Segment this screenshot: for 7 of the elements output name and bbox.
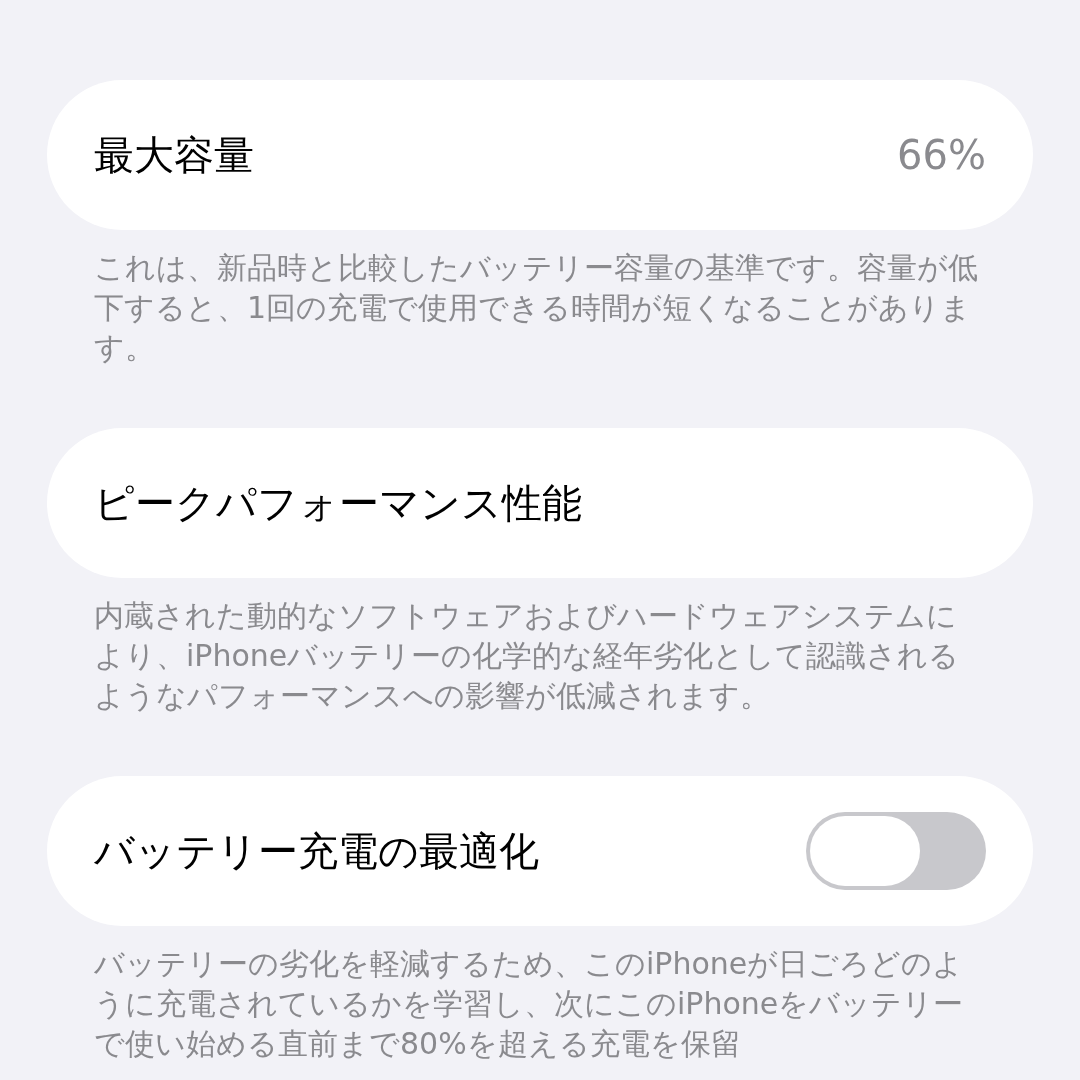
row-title: 最大容量 (94, 130, 254, 180)
footnote-text: バッテリーの劣化を軽減するため、このiPhoneが日ごろどのように充電されているかを学習し、次にこのiPhoneをバッテリーで使い始める直前まで80%を超える充電を保留 (94, 945, 965, 1063)
footnote-text: これは、新品時と比較したバッテリー容量の基準です。容量が低下すると、1回の充電で使用できる時間が短くなることがあります。 (94, 249, 979, 367)
row-title: ピークパフォーマンス性能 (94, 478, 582, 528)
row-value: 66% (897, 132, 986, 178)
row-title: バッテリー充電の最適化 (94, 826, 539, 876)
footnote-text: 内蔵された動的なソフトウェアおよびハードウェアシステムにより、iPhoneバッテリーの化学的な経年劣化として認識されるようなパフォーマンスへの影響が低減されます。 (94, 597, 961, 715)
